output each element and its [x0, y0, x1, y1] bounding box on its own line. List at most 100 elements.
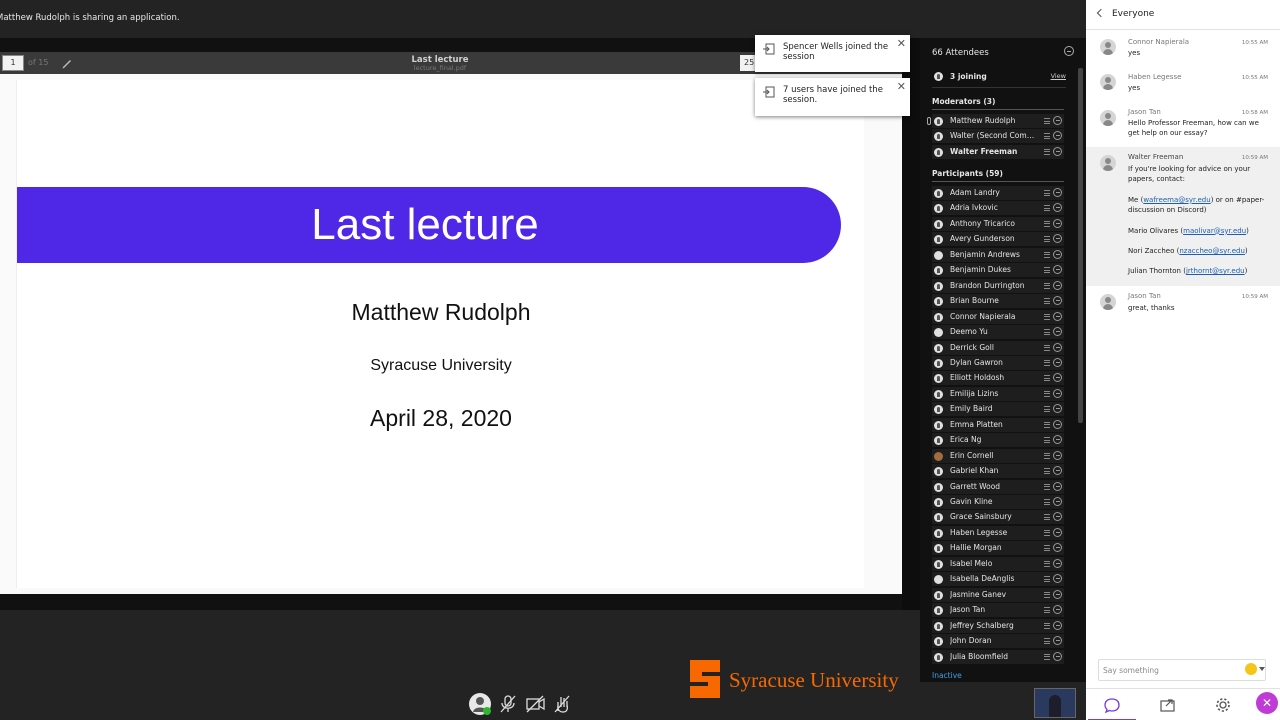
- raise-hand-toggle[interactable]: [551, 693, 573, 715]
- menu-icon[interactable]: [1044, 205, 1050, 212]
- more-options-icon[interactable]: [1053, 188, 1062, 197]
- more-options-icon[interactable]: [1053, 373, 1062, 383]
- menu-icon[interactable]: [1044, 118, 1050, 124]
- more-options-icon[interactable]: [1053, 574, 1062, 584]
- attendee-row[interactable]: Avery Gunderson: [932, 232, 1064, 246]
- menu-icon[interactable]: [1044, 359, 1050, 366]
- menu-icon[interactable]: [1044, 329, 1050, 336]
- attendee-row[interactable]: Emilija Lizins: [932, 387, 1064, 401]
- more-options-icon[interactable]: [1053, 512, 1062, 522]
- more-options-icon[interactable]: [1053, 450, 1062, 460]
- attendee-row[interactable]: Adam Landry: [932, 186, 1064, 200]
- menu-icon[interactable]: [1044, 576, 1050, 583]
- menu-icon[interactable]: [1044, 390, 1050, 397]
- back-icon[interactable]: [1096, 8, 1106, 18]
- attendee-row[interactable]: Jeffrey Schalberg: [932, 619, 1064, 633]
- close-panel-button[interactable]: ✕: [1256, 692, 1278, 714]
- attendee-row[interactable]: Gavin Kline: [932, 495, 1064, 509]
- more-options-icon[interactable]: [1053, 651, 1062, 661]
- menu-icon[interactable]: [1044, 251, 1050, 258]
- menu-icon[interactable]: [1044, 607, 1050, 614]
- menu-icon[interactable]: [1044, 653, 1050, 660]
- attendee-row[interactable]: Grace Sainsbury: [932, 510, 1064, 524]
- attendee-row[interactable]: Haben Legesse: [932, 526, 1064, 540]
- more-options-icon[interactable]: [1053, 404, 1062, 414]
- more-options-icon[interactable]: [1053, 497, 1062, 506]
- more-options-icon[interactable]: [1053, 203, 1062, 213]
- menu-icon[interactable]: [1044, 313, 1050, 320]
- attendee-row[interactable]: Jason Tan: [932, 603, 1064, 617]
- attendee-row[interactable]: Emily Baird: [932, 402, 1064, 416]
- pen-icon[interactable]: [60, 56, 74, 70]
- page-number-input[interactable]: 1: [2, 55, 24, 71]
- attendee-row[interactable]: Benjamin Dukes: [932, 263, 1064, 277]
- more-options-icon[interactable]: [1053, 146, 1062, 156]
- attendee-row[interactable]: Connor Napierala: [932, 310, 1064, 324]
- more-options-icon[interactable]: [1053, 388, 1062, 398]
- view-joining-link[interactable]: View: [1051, 72, 1066, 80]
- menu-icon[interactable]: [1044, 148, 1050, 155]
- more-options-icon[interactable]: [1053, 280, 1062, 290]
- attendee-row[interactable]: Erin Cornell: [932, 449, 1064, 463]
- tab-settings[interactable]: [1213, 695, 1233, 715]
- attendee-row[interactable]: Matthew Rudolph: [932, 114, 1064, 128]
- profile-avatar[interactable]: [469, 693, 491, 715]
- attendee-row[interactable]: Deemo Yu: [932, 325, 1064, 339]
- attendee-row[interactable]: Jasmine Ganev: [932, 588, 1064, 602]
- menu-icon[interactable]: [1044, 514, 1050, 521]
- attendee-row[interactable]: Walter (Second Comput…: [932, 129, 1064, 143]
- menu-icon[interactable]: [1044, 452, 1050, 459]
- menu-icon[interactable]: [1044, 638, 1050, 645]
- more-options-icon[interactable]: [1053, 234, 1062, 244]
- email-link[interactable]: maolivar@syr.edu: [1183, 227, 1246, 235]
- email-link[interactable]: jrthornt@syr.edu: [1186, 267, 1245, 275]
- menu-icon[interactable]: [1044, 220, 1050, 227]
- menu-icon[interactable]: [1044, 267, 1050, 274]
- menu-icon[interactable]: [1044, 282, 1050, 289]
- more-options-icon[interactable]: [1053, 311, 1062, 321]
- email-link[interactable]: wafreema@syr.edu: [1143, 196, 1210, 204]
- attendee-row[interactable]: Erica Ng: [932, 433, 1064, 447]
- inactive-section[interactable]: Inactive: [932, 671, 962, 680]
- more-options-icon[interactable]: [1053, 131, 1062, 141]
- menu-icon[interactable]: [1044, 560, 1050, 567]
- tab-chat[interactable]: [1088, 695, 1136, 720]
- menu-icon[interactable]: [1044, 468, 1050, 475]
- attendee-row[interactable]: Adria Ivkovic: [932, 201, 1064, 215]
- menu-icon[interactable]: [1044, 190, 1050, 196]
- more-options-icon[interactable]: [1053, 116, 1062, 125]
- attendee-row[interactable]: Emma Platten: [932, 418, 1064, 432]
- attendee-row[interactable]: Isabel Melo: [932, 557, 1064, 571]
- attendee-row[interactable]: Dylan Gawron: [932, 356, 1064, 370]
- chat-message-input[interactable]: Say something: [1098, 659, 1266, 681]
- attendee-row[interactable]: Garrett Wood: [932, 480, 1064, 494]
- menu-icon[interactable]: [1044, 236, 1050, 243]
- attendee-row[interactable]: Anthony Tricarico: [932, 217, 1064, 231]
- camera-toggle[interactable]: [524, 693, 546, 715]
- menu-icon[interactable]: [1044, 483, 1050, 490]
- menu-icon[interactable]: [1044, 545, 1050, 552]
- more-options-icon[interactable]: [1053, 435, 1062, 445]
- more-options-icon[interactable]: [1053, 218, 1062, 228]
- tab-share-content[interactable]: [1158, 695, 1178, 715]
- attendee-row[interactable]: Benjamin Andrews: [932, 248, 1064, 262]
- menu-icon[interactable]: [1044, 622, 1050, 629]
- attendee-row[interactable]: Isabella DeAnglis: [932, 572, 1064, 586]
- menu-icon[interactable]: [1044, 437, 1050, 444]
- more-options-icon[interactable]: [1053, 527, 1062, 537]
- more-options-icon[interactable]: [1053, 636, 1062, 646]
- attendee-row[interactable]: Derrick Goll: [932, 341, 1064, 355]
- attendee-row[interactable]: Hallie Morgan: [932, 541, 1064, 555]
- menu-icon[interactable]: [1044, 344, 1050, 351]
- menu-icon[interactable]: [1044, 529, 1050, 536]
- menu-icon[interactable]: [1044, 133, 1050, 140]
- more-options-icon[interactable]: [1053, 466, 1062, 476]
- more-options-icon[interactable]: [1053, 589, 1062, 599]
- menu-icon[interactable]: [1044, 298, 1050, 305]
- more-options-icon[interactable]: [1053, 296, 1062, 306]
- menu-icon[interactable]: [1044, 406, 1050, 413]
- attendee-row[interactable]: Brandon Durrington: [932, 279, 1064, 293]
- menu-icon[interactable]: [1044, 421, 1050, 428]
- more-options-icon[interactable]: [1053, 419, 1062, 429]
- attendee-row[interactable]: Gabriel Khan: [932, 464, 1064, 478]
